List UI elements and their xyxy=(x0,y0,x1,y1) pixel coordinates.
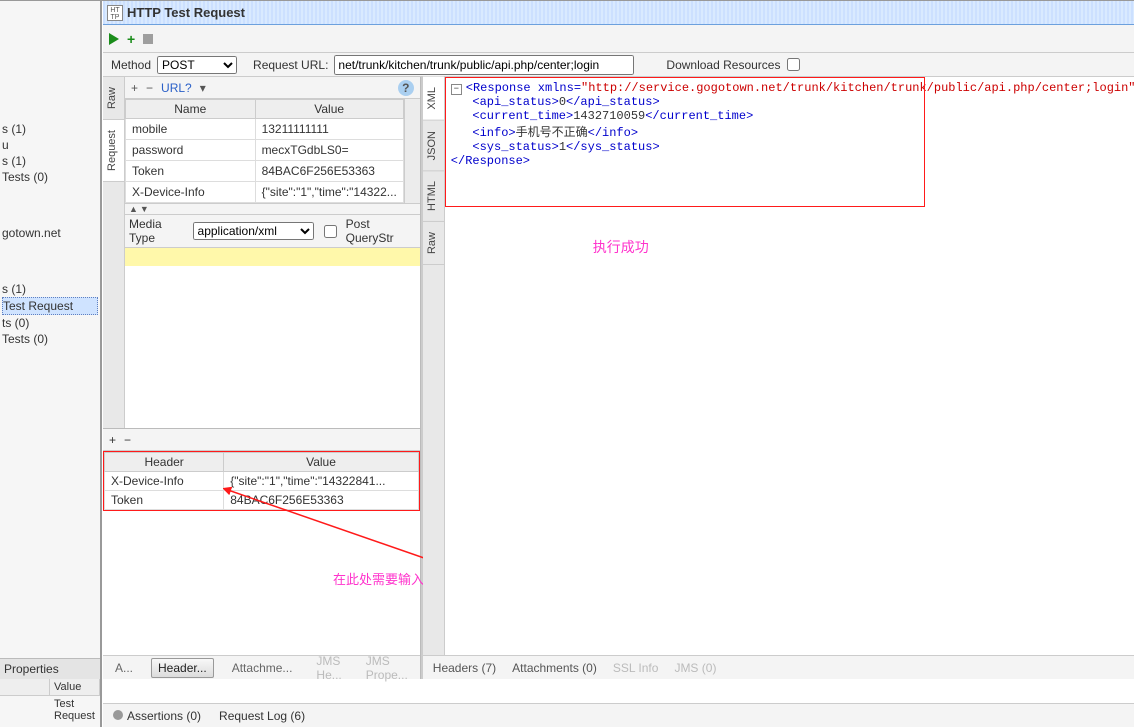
vtab-request[interactable]: Request xyxy=(103,120,124,182)
toolbar-remove-icon[interactable]: − xyxy=(146,81,153,95)
tab-resp-jms[interactable]: JMS (0) xyxy=(674,661,716,675)
resp-vtab-json[interactable]: JSON xyxy=(423,121,444,171)
table-row[interactable]: passwordmecxTGdbLS0= xyxy=(126,140,404,161)
tab-resp-headers[interactable]: Headers (7) xyxy=(433,661,496,675)
tree-item[interactable]: s (1) xyxy=(2,121,98,137)
window-title: HTTP Test Request xyxy=(127,5,245,20)
toolbar-add-icon[interactable]: + xyxy=(131,81,138,95)
table-row[interactable]: X-Device-Info{"site":"1","time":"1432284… xyxy=(105,472,419,491)
run-toolbar: + xyxy=(103,25,1134,53)
headers-col-name: Header xyxy=(105,453,224,472)
expand-toggle[interactable]: ▲▼ xyxy=(125,203,420,215)
table-row[interactable]: Token84BAC6F256E53363 xyxy=(126,161,404,182)
request-body-textarea[interactable] xyxy=(125,248,420,428)
toolbar-dropdown-icon[interactable]: ▾ xyxy=(200,81,206,95)
annotation-box: Header Value X-Device-Info{"site":"1","t… xyxy=(103,451,420,511)
tab-resp-attachments[interactable]: Attachments (0) xyxy=(512,661,597,675)
params-col-name: Name xyxy=(126,100,256,119)
tree-item[interactable]: Tests (0) xyxy=(2,331,98,347)
stop-button[interactable] xyxy=(143,34,153,44)
tree-item[interactable]: gotown.net xyxy=(2,225,98,241)
annotation-text: 执行成功 xyxy=(593,237,649,257)
collapse-toggle-icon[interactable]: − xyxy=(451,84,462,95)
table-row[interactable]: X-Device-Info{"site":"1","time":"14322..… xyxy=(126,182,404,203)
tree-item[interactable]: Tests (0) xyxy=(2,169,98,185)
scrollbar[interactable] xyxy=(404,99,420,203)
params-col-value: Value xyxy=(255,100,403,119)
table-row[interactable]: mobile13211111111 xyxy=(126,119,404,140)
properties-name-value: Test Request xyxy=(50,696,100,724)
vtab-raw[interactable]: Raw xyxy=(103,77,124,120)
tab-attachments[interactable]: Attachme... xyxy=(226,659,299,677)
response-inspector-tabs: Headers (7) Attachments (0) SSL Info JMS… xyxy=(423,655,1134,679)
help-icon[interactable]: ? xyxy=(398,80,414,96)
tree-item[interactable]: s (1) xyxy=(2,281,98,297)
request-log-button[interactable]: Request Log (6) xyxy=(219,709,305,723)
tab-headers[interactable]: Header... xyxy=(151,658,214,678)
window-titlebar: HT TP HTTP Test Request xyxy=(103,1,1134,25)
params-toolbar: + − URL? ▾ ? xyxy=(125,77,420,99)
method-label: Method xyxy=(111,58,151,72)
post-querystring-checkbox[interactable] xyxy=(324,225,337,238)
toolbar-url-icon[interactable]: URL? xyxy=(161,81,192,95)
tab-jms-properties[interactable]: JMS Prope... xyxy=(360,652,414,684)
http-icon: HT TP xyxy=(107,5,123,21)
headers-table: Header Value X-Device-Info{"site":"1","t… xyxy=(104,452,419,510)
run-button[interactable] xyxy=(109,33,119,45)
request-inspector-tabs: A... Header... Attachme... JMS He... JMS… xyxy=(103,655,420,679)
tab-resp-ssl[interactable]: SSL Info xyxy=(613,661,659,675)
headers-toolbar: + − xyxy=(103,429,420,451)
resp-vtab-xml[interactable]: XML xyxy=(423,77,444,121)
response-xml-view[interactable]: −<Response xmlns="http://service.gogotow… xyxy=(445,77,1134,655)
resp-vtab-raw[interactable]: Raw xyxy=(423,222,444,265)
media-type-label: Media Type xyxy=(129,217,187,245)
tab-jms-headers[interactable]: JMS He... xyxy=(310,652,347,684)
add-button[interactable]: + xyxy=(127,31,135,47)
post-querystring-label: Post QueryStr xyxy=(346,217,416,245)
table-row[interactable]: Token84BAC6F256E53363 xyxy=(105,491,419,510)
download-resources-checkbox[interactable]: Download Resources xyxy=(666,55,803,74)
method-select[interactable]: POST xyxy=(157,56,237,74)
bottom-log-bar: Assertions (0) Request Log (6) xyxy=(103,703,1134,727)
tree-item[interactable]: s (1) xyxy=(2,153,98,169)
toolbar-add-icon[interactable]: + xyxy=(109,433,116,447)
navigator-sidebar: s (1) u s (1) Tests (0) gotown.net s (1)… xyxy=(0,1,102,727)
params-table: Name Value mobile13211111111 passwordmec… xyxy=(125,99,404,203)
media-type-select[interactable]: application/xml xyxy=(193,222,314,240)
toolbar-remove-icon[interactable]: − xyxy=(124,433,131,447)
url-input[interactable] xyxy=(334,55,634,75)
headers-col-value: Value xyxy=(224,453,419,472)
tab-auth[interactable]: A... xyxy=(109,659,139,677)
assertions-button[interactable]: Assertions (0) xyxy=(113,709,201,723)
tree-item[interactable]: u xyxy=(2,137,98,153)
properties-col-value: Value xyxy=(50,679,100,695)
request-config-bar: Method POST Request URL: Download Resour… xyxy=(103,53,1134,77)
tree-item[interactable]: ts (0) xyxy=(2,315,98,331)
tree-item-selected[interactable]: Test Request xyxy=(2,297,98,315)
properties-panel-title: Properties xyxy=(0,658,100,679)
url-label: Request URL: xyxy=(253,58,328,72)
resp-vtab-html[interactable]: HTML xyxy=(423,171,444,222)
